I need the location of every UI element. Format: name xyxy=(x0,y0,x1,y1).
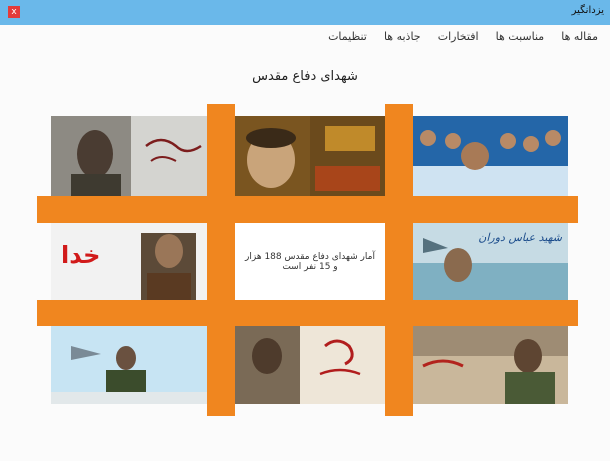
menu-item-settings[interactable]: تنظیمات xyxy=(328,30,367,43)
martyr-photo xyxy=(235,326,385,404)
tile-photo[interactable] xyxy=(51,116,207,196)
tile-photo[interactable] xyxy=(413,326,568,404)
page-title: شهدای دفاع مقدس xyxy=(252,69,358,84)
window-title: یزدانگیر xyxy=(571,5,604,16)
grid-bar-vertical-2 xyxy=(385,104,413,416)
tile-photo[interactable] xyxy=(413,116,568,196)
tile-photo[interactable]: خدا xyxy=(51,223,207,300)
menu-item-articles[interactable]: مقاله ها xyxy=(561,30,598,43)
grid-bar-vertical-1 xyxy=(207,104,235,416)
grid-bar-horizontal-1 xyxy=(37,196,578,223)
stats-card[interactable]: آمار شهدای دفاع مقدس 188 هزار و 15 نفر ا… xyxy=(235,223,385,300)
tile-photo[interactable] xyxy=(235,116,385,196)
menu-item-attractions[interactable]: جاذبه ها xyxy=(384,30,421,43)
close-button[interactable]: x xyxy=(8,6,20,18)
martyr-photo xyxy=(235,116,385,196)
tile-overlay-text: شهید عباس دوران xyxy=(478,231,562,244)
menu-item-honors[interactable]: افتخارات xyxy=(438,30,479,43)
menu-item-occasions[interactable]: مناسبت ها xyxy=(496,30,545,43)
title-bar: x یزدانگیر xyxy=(0,0,610,25)
martyr-photo xyxy=(51,116,207,196)
martyr-photo xyxy=(413,116,568,196)
tile-photo[interactable]: شهید عباس دوران xyxy=(413,223,568,300)
martyr-photo xyxy=(413,326,568,404)
tile-overlay-text: خدا xyxy=(61,241,101,269)
tile-photo[interactable] xyxy=(235,326,385,404)
image-grid: خدا آمار شهدای دفاع مقدس 188 هزار و 15 ن… xyxy=(37,104,578,416)
menu-bar: مقاله ها مناسبت ها افتخارات جاذبه ها تنظ… xyxy=(0,25,610,45)
martyr-photo xyxy=(51,326,207,404)
tile-photo[interactable] xyxy=(51,326,207,404)
stats-caption: آمار شهدای دفاع مقدس 188 هزار و 15 نفر ا… xyxy=(245,251,375,272)
grid-bar-horizontal-2 xyxy=(37,300,578,326)
